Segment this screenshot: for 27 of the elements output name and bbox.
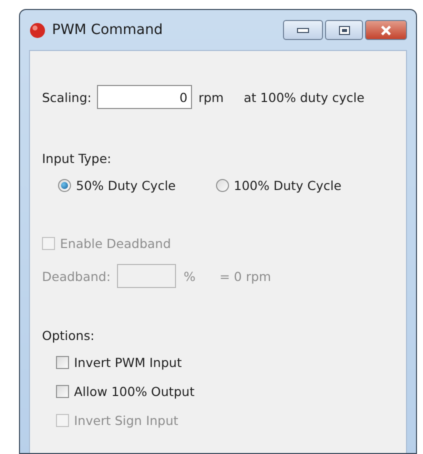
minimize-icon (297, 28, 309, 32)
maximize-button[interactable] (325, 20, 363, 40)
close-icon (379, 24, 393, 36)
checkbox-label: Invert Sign Input (74, 413, 178, 428)
input-type-label: Input Type: (42, 151, 112, 166)
window-title: PWM Command (52, 22, 164, 38)
radio-button[interactable] (58, 179, 71, 192)
maximize-icon (338, 26, 350, 34)
percent-label: % (184, 268, 196, 284)
unit-label: rpm (198, 90, 224, 104)
radio-label: 50% Duty Cycle (76, 178, 176, 193)
checkbox[interactable] (56, 356, 69, 369)
checkbox-label: Invert PWM Input (74, 355, 182, 370)
checkbox[interactable] (56, 385, 69, 398)
app-icon (29, 22, 46, 38)
deadband-label: Deadband: (42, 268, 111, 284)
checkbox-label: Allow 100% Output (74, 384, 194, 399)
close-button[interactable] (365, 20, 407, 40)
minimize-button[interactable] (283, 20, 323, 40)
options-label: Options: (42, 328, 94, 343)
deadband-result: = 0 rpm (219, 268, 272, 284)
radio-button[interactable] (216, 179, 229, 192)
duty-cycle-note: at 100% duty cycle (244, 90, 364, 104)
radio-label: 100% Duty Cycle (234, 178, 342, 193)
checkbox-label: Enable Deadband (60, 236, 171, 251)
scaling-label: Scaling: (42, 90, 92, 104)
scaling-field[interactable]: 0 (97, 85, 192, 109)
